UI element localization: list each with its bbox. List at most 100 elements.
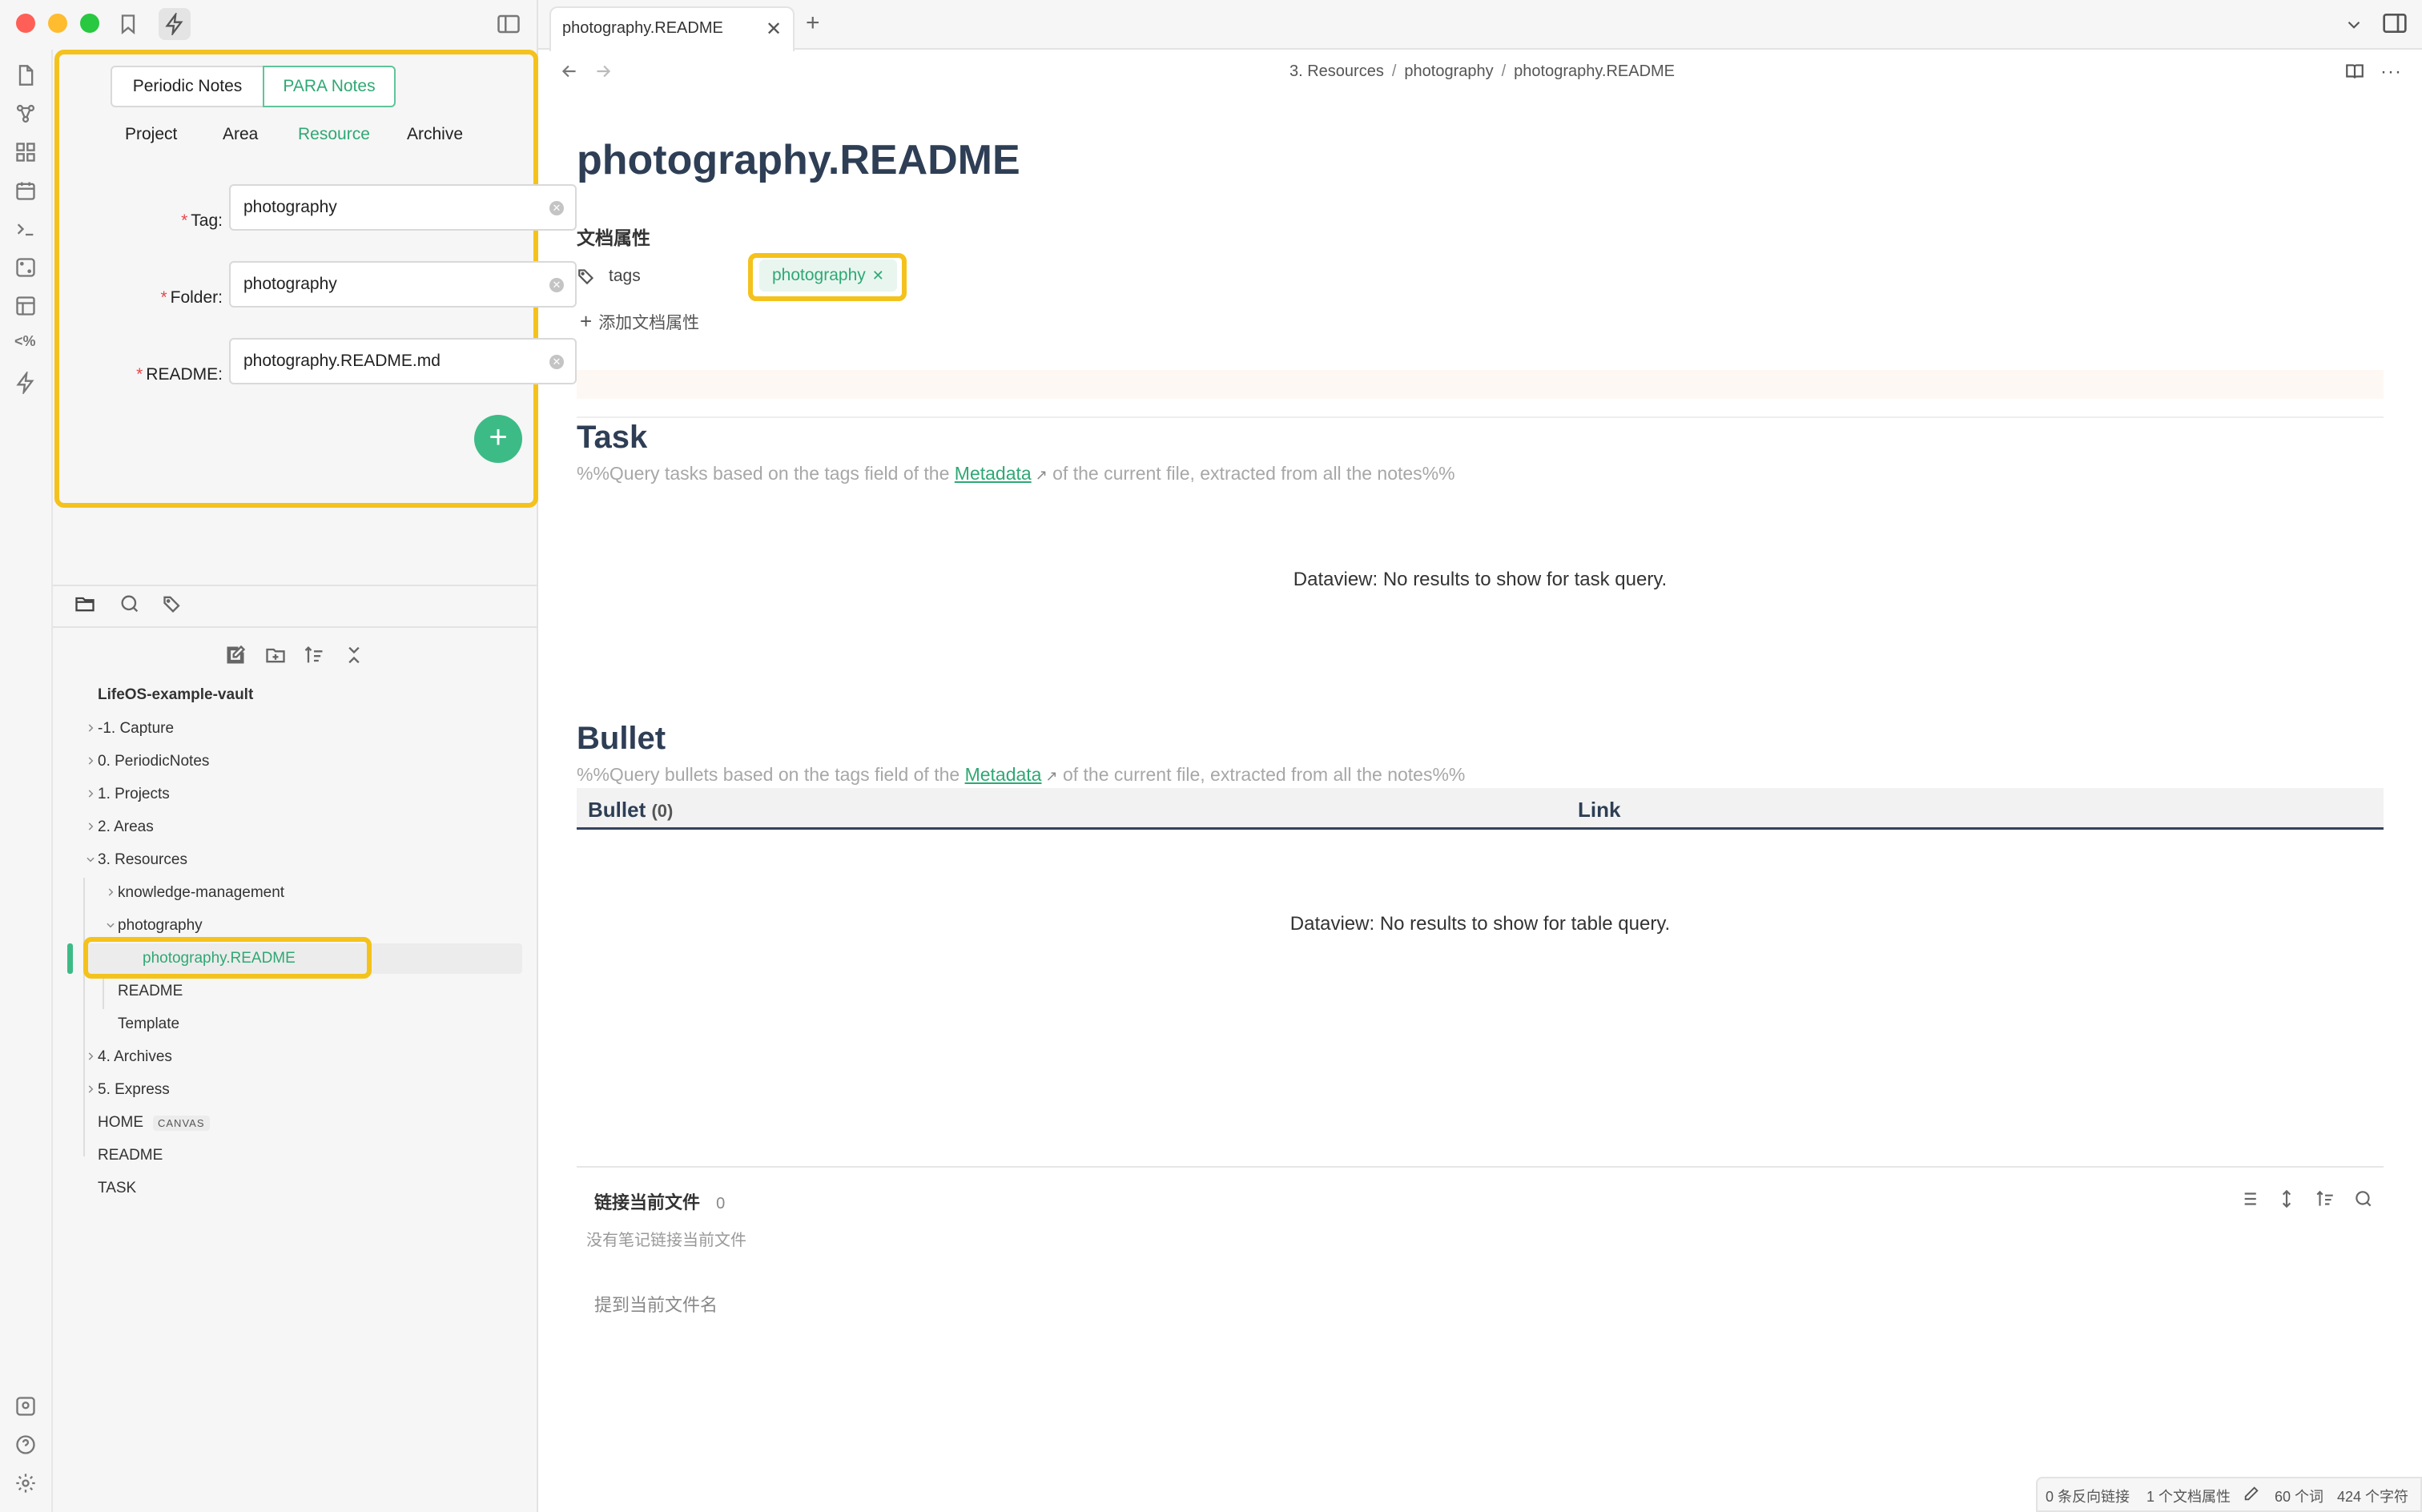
empty-callout-block: [577, 370, 2384, 399]
properties-heading[interactable]: 文档属性: [577, 223, 650, 250]
divider: [53, 626, 538, 628]
template-icon[interactable]: [14, 295, 37, 317]
search-icon[interactable]: [119, 593, 141, 615]
collapse-all-icon[interactable]: [343, 644, 365, 666]
tree-folder-areas[interactable]: 2. Areas: [88, 811, 154, 843]
bookmark-icon[interactable]: [117, 13, 139, 35]
sidebar-titlebar: [0, 0, 538, 50]
new-folder-icon[interactable]: [264, 644, 287, 666]
unlinked-mentions-heading[interactable]: 提到当前文件名: [594, 1291, 718, 1317]
task-heading[interactable]: Task: [577, 420, 647, 456]
sort-icon[interactable]: [303, 644, 325, 666]
search-icon[interactable]: [2353, 1188, 2374, 1209]
right-sidebar-toggle-icon[interactable]: [2382, 11, 2408, 35]
metadata-link[interactable]: Metadata: [955, 463, 1032, 484]
new-file-icon[interactable]: [14, 64, 37, 86]
status-backlinks[interactable]: 0 条反向链接: [2046, 1486, 2130, 1506]
note-title[interactable]: photography.README: [577, 136, 1020, 184]
vault-switcher-icon[interactable]: [14, 1395, 37, 1418]
tree-file-readme-root[interactable]: README: [98, 1140, 163, 1172]
dataview-table-header: Bullet (0) Link: [577, 788, 2384, 830]
more-options-icon[interactable]: ···: [2380, 61, 2402, 83]
templater-icon[interactable]: <%: [14, 333, 37, 356]
sidebar-toggle-icon[interactable]: [497, 13, 521, 35]
breadcrumb-item[interactable]: photography: [1404, 62, 1493, 81]
tag-input[interactable]: photography ✕: [229, 184, 577, 231]
tab-archive[interactable]: Archive: [407, 125, 463, 144]
tree-folder-knowledge-management[interactable]: knowledge-management: [108, 877, 284, 909]
status-properties[interactable]: 1 个文档属性: [2146, 1486, 2231, 1506]
forward-arrow-icon[interactable]: [593, 61, 614, 82]
tab-area[interactable]: Area: [223, 125, 258, 144]
para-notes-mode-button[interactable]: PARA Notes: [263, 66, 396, 107]
new-tab-icon[interactable]: +: [806, 10, 820, 37]
add-property-button[interactable]: + 添加文档属性: [580, 309, 699, 334]
settings-gear-icon[interactable]: [14, 1472, 37, 1494]
tree-item-label: -1. Capture: [98, 720, 175, 737]
tree-file-readme[interactable]: README: [118, 975, 183, 1007]
active-file-marker: [67, 943, 73, 974]
folder-icon[interactable]: [74, 593, 96, 615]
calendar-icon[interactable]: [14, 179, 37, 202]
tree-file-task[interactable]: TASK: [98, 1172, 136, 1204]
vault-name[interactable]: LifeOS-example-vault: [98, 679, 253, 711]
tab-resource[interactable]: Resource: [298, 125, 370, 144]
tree-folder-express[interactable]: 5. Express: [88, 1074, 170, 1106]
tree-folder-periodicnotes[interactable]: 0. PeriodicNotes: [88, 746, 209, 778]
edit-mode-icon[interactable]: [2243, 1485, 2260, 1502]
readme-label: * README:: [136, 365, 223, 384]
metadata-link[interactable]: Metadata: [965, 764, 1042, 785]
breadcrumb-item[interactable]: photography.README: [1514, 62, 1675, 81]
folder-label: * Folder:: [160, 288, 223, 307]
tree-folder-resources[interactable]: 3. Resources: [86, 844, 187, 876]
terminal-icon[interactable]: [14, 218, 37, 240]
periodic-notes-mode-button[interactable]: Periodic Notes: [111, 66, 264, 107]
tree-folder-projects[interactable]: 1. Projects: [88, 778, 170, 810]
clear-readme-icon[interactable]: ✕: [549, 355, 564, 369]
minimize-window-button[interactable]: [48, 14, 67, 33]
clear-folder-icon[interactable]: ✕: [549, 278, 564, 292]
breadcrumb-item[interactable]: 3. Resources: [1289, 62, 1384, 81]
readme-input[interactable]: photography.README.md ✕: [229, 338, 577, 384]
tab-photography-readme[interactable]: photography.README ✕: [549, 6, 795, 51]
list-view-icon[interactable]: [2238, 1188, 2259, 1209]
lightning-icon[interactable]: [14, 372, 37, 394]
new-note-icon[interactable]: [224, 644, 247, 666]
property-key[interactable]: tags: [609, 267, 641, 286]
status-chars: 424 个字符: [2337, 1489, 2409, 1505]
chevron-right-icon: [85, 788, 98, 801]
folder-input[interactable]: photography ✕: [229, 261, 577, 308]
clear-tag-icon[interactable]: ✕: [549, 201, 564, 215]
divider: [577, 416, 2384, 418]
close-window-button[interactable]: [16, 14, 35, 33]
para-notes-panel: Periodic Notes PARA Notes Project Area R…: [54, 50, 577, 508]
bullet-query-comment: %%Query bullets based on the tags field …: [577, 764, 1466, 785]
backlinks-heading-label: 链接当前文件: [594, 1192, 701, 1212]
column-link[interactable]: Link: [1578, 798, 1620, 822]
back-arrow-icon[interactable]: [559, 61, 580, 82]
graph-view-icon[interactable]: [14, 103, 37, 125]
bullet-heading[interactable]: Bullet: [577, 721, 666, 757]
sort-icon[interactable]: [2315, 1188, 2336, 1209]
chevron-right-icon: [105, 887, 118, 899]
chevron-down-icon[interactable]: [2344, 14, 2364, 35]
tab-project[interactable]: Project: [125, 125, 177, 144]
tree-folder-archives[interactable]: 4. Archives: [88, 1041, 172, 1073]
tree-folder-capture[interactable]: -1. Capture: [88, 713, 175, 745]
tree-file-home[interactable]: HOME CANVAS: [98, 1107, 210, 1139]
breadcrumb: 3. Resources / photography / photography…: [1289, 62, 1675, 81]
backlinks-heading[interactable]: 链接当前文件 0: [594, 1188, 725, 1214]
highlight-active-file: [83, 937, 372, 979]
tree-file-template[interactable]: Template: [118, 1008, 179, 1040]
close-tab-icon[interactable]: ✕: [766, 18, 782, 41]
column-bullet[interactable]: Bullet (0): [588, 798, 673, 822]
expand-icon[interactable]: [2276, 1188, 2297, 1209]
reading-view-icon[interactable]: [2344, 61, 2366, 82]
tags-icon[interactable]: [162, 593, 184, 615]
dashboard-icon[interactable]: [14, 141, 37, 163]
quick-action-icon[interactable]: [159, 8, 191, 40]
random-note-icon[interactable]: [14, 256, 37, 279]
add-button[interactable]: +: [474, 415, 522, 463]
maximize-window-button[interactable]: [80, 14, 99, 33]
help-icon[interactable]: [14, 1434, 37, 1456]
